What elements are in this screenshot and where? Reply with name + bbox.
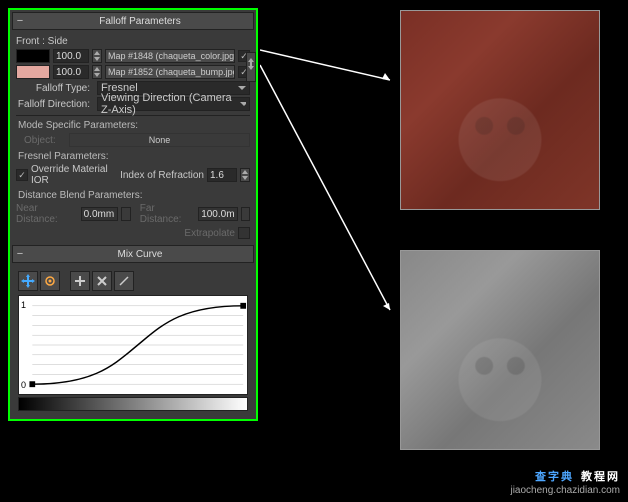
reset-icon [118, 275, 130, 287]
distance-blend-label: Distance Blend Parameters: [18, 190, 250, 201]
fresnel-row: ✓ Override Material IOR Index of Refract… [16, 164, 250, 186]
watermark-text: 查字典 教程网 [510, 464, 620, 485]
curve-y-max: 1 [21, 300, 26, 310]
map-slot-2: 100.0 Map #1852 (chaqueta_bump.jpg) ✓ [16, 65, 250, 79]
extrapolate-row: Extrapolate [16, 227, 250, 239]
ior-input[interactable]: 1.6 [207, 168, 237, 182]
bump-map-preview [400, 250, 600, 450]
distance-row: Near Distance: 0.0mm Far Distance: 100.0… [16, 203, 250, 225]
falloff-direction-dropdown[interactable]: Viewing Direction (Camera Z-Axis) [97, 97, 250, 111]
override-ior-checkbox[interactable]: ✓ [16, 169, 28, 181]
side-color-swatch[interactable] [16, 65, 50, 79]
curve-graph [19, 296, 247, 394]
gradient-preview [18, 397, 248, 411]
side-map-button[interactable]: Map #1852 (chaqueta_bump.jpg) [105, 65, 235, 79]
reset-curve-button[interactable] [114, 271, 134, 291]
spinner-arrows-icon [242, 170, 248, 180]
far-distance-label: Far Distance: [140, 203, 195, 225]
swap-maps-button[interactable] [246, 52, 256, 82]
override-ior-label: Override Material IOR [31, 164, 117, 186]
watermark: 查字典 教程网 jiaocheng.chazidian.com [510, 464, 620, 496]
collapse-icon: − [13, 248, 27, 260]
falloff-direction-label: Falloff Direction: [16, 99, 94, 110]
fresnel-params-label: Fresnel Parameters: [18, 151, 250, 162]
object-pick-button: None [69, 133, 250, 147]
swap-icon [248, 58, 254, 76]
delete-point-button[interactable] [92, 271, 112, 291]
curve-toolbar [16, 269, 250, 293]
near-distance-spinner [121, 207, 130, 221]
side-amount-input[interactable]: 100.0 [53, 65, 89, 79]
far-distance-input: 100.0m [198, 207, 237, 221]
watermark-url: jiaocheng.chazidian.com [510, 485, 620, 496]
front-amount-input[interactable]: 100.0 [53, 49, 89, 63]
arrow-to-color-map [260, 30, 400, 90]
falloff-type-label: Falloff Type: [16, 83, 94, 94]
extrapolate-checkbox [238, 227, 250, 239]
move-icon [21, 274, 35, 288]
rollup-falloff[interactable]: − Falloff Parameters [12, 12, 254, 30]
spinner-arrows-icon [94, 67, 100, 77]
extrapolate-label: Extrapolate [184, 228, 235, 239]
map-slot-1: 100.0 Map #1848 (chaqueta_color.jpg) ✓ [16, 49, 250, 63]
object-label: Object: [16, 135, 66, 146]
spinner-arrows-icon [94, 51, 100, 61]
front-side-label: Front : Side [16, 36, 250, 47]
object-row: Object: None [16, 133, 250, 147]
delete-point-icon [96, 275, 108, 287]
falloff-direction-value: Viewing Direction (Camera Z-Axis) [101, 92, 236, 116]
curve-y-min: 0 [21, 380, 26, 390]
color-map-preview [400, 10, 600, 210]
rollup-title: Falloff Parameters [27, 16, 253, 27]
move-tool-button[interactable] [18, 271, 38, 291]
ior-label: Index of Refraction [120, 170, 204, 181]
falloff-section: Front : Side 100.0 Map #1848 (chaqueta_c… [12, 32, 254, 245]
scale-tool-button[interactable] [40, 271, 60, 291]
chevron-down-icon [240, 102, 246, 106]
mode-specific-label: Mode Specific Parameters: [18, 120, 250, 131]
ior-spinner[interactable] [240, 168, 250, 182]
add-point-icon [74, 275, 86, 287]
curve-editor[interactable]: 1 0 [18, 295, 248, 395]
add-point-button[interactable] [70, 271, 90, 291]
near-distance-input: 0.0mm [81, 207, 119, 221]
mix-curve-section: 1 0 [12, 265, 254, 417]
chevron-down-icon [238, 86, 246, 90]
arrow-to-bump-map [260, 60, 400, 320]
near-distance-label: Near Distance: [16, 203, 78, 225]
falloff-panel: − Falloff Parameters Front : Side 100.0 … [8, 8, 258, 421]
side-amount-spinner[interactable] [92, 65, 102, 79]
falloff-direction-row: Falloff Direction: Viewing Direction (Ca… [16, 97, 250, 111]
front-color-swatch[interactable] [16, 49, 50, 63]
rollup-title: Mix Curve [27, 249, 253, 260]
front-map-button[interactable]: Map #1848 (chaqueta_color.jpg) [105, 49, 235, 63]
front-amount-spinner[interactable] [92, 49, 102, 63]
collapse-icon: − [13, 15, 27, 27]
rollup-mix-curve[interactable]: − Mix Curve [12, 245, 254, 263]
far-distance-spinner [241, 207, 250, 221]
scale-icon [44, 275, 56, 287]
